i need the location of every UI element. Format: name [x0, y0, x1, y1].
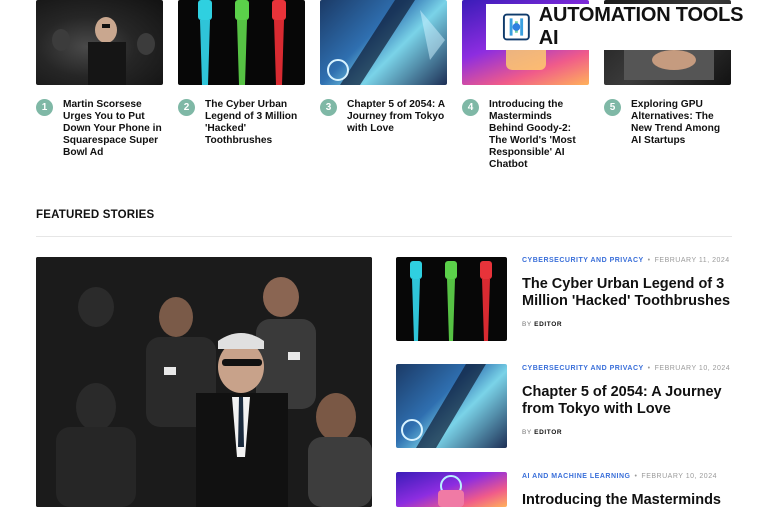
brand-logo-icon: [502, 13, 530, 41]
story-date: FEBRUARY 10, 2024: [654, 365, 731, 372]
site-brand[interactable]: AUTOMATION TOOLS AI: [486, 4, 758, 50]
story-title-link[interactable]: Introducing the Masterminds: [522, 492, 762, 509]
author-link[interactable]: EDITOR: [534, 321, 562, 328]
featured-stories-heading: FEATURED STORIES: [36, 209, 155, 221]
story-thumb[interactable]: [396, 472, 507, 507]
story-meta: CYBERSECURITY AND PRIVACY • FEBRUARY 10, 2…: [522, 365, 731, 372]
author-link[interactable]: EDITOR: [534, 429, 562, 436]
story-title-link[interactable]: The Cyber Urban Legend of 3 Million 'Hac…: [522, 276, 734, 309]
trending-number: 1: [36, 99, 53, 116]
story-category-link[interactable]: CYBERSECURITY AND PRIVACY: [522, 365, 644, 372]
trending-title-link[interactable]: Exploring GPU Alternatives: The New Tren…: [631, 99, 731, 147]
story-date: FEBRUARY 10, 2024: [641, 473, 717, 480]
story-date: FEBRUARY 11, 2024: [654, 257, 730, 264]
trending-number: 3: [320, 99, 337, 116]
anime-image: [401, 364, 486, 448]
crowd-image: [36, 257, 372, 507]
trending-thumb-1[interactable]: [36, 0, 163, 85]
toothbrush-image: [410, 261, 492, 341]
section-divider: [36, 236, 732, 237]
story-thumb[interactable]: [396, 364, 507, 448]
toothbrush-image: [198, 0, 286, 85]
featured-main-image[interactable]: [36, 257, 372, 507]
trending-thumb-2[interactable]: [178, 0, 305, 85]
trending-title-link[interactable]: Introducing the Masterminds Behind Goody…: [489, 99, 589, 171]
story-title-link[interactable]: Chapter 5 of 2054: A Journey from Tokyo …: [522, 384, 734, 417]
trending-thumb-3[interactable]: [320, 0, 447, 85]
crowd-image: [52, 17, 155, 85]
robot-image: [438, 475, 464, 507]
trending-number: 2: [178, 99, 195, 116]
story-meta: AI AND MACHINE LEARNING • FEBRUARY 10, 202…: [522, 473, 717, 480]
brand-name: AUTOMATION TOOLS AI: [538, 4, 744, 49]
trending-number: 5: [604, 99, 621, 116]
trending-title-link[interactable]: Martin Scorsese Urges You to Put Down Yo…: [63, 99, 163, 159]
story-category-link[interactable]: AI AND MACHINE LEARNING: [522, 473, 630, 480]
story-thumb[interactable]: [396, 257, 507, 341]
trending-title-link[interactable]: Chapter 5 of 2054: A Journey from Tokyo …: [347, 99, 447, 135]
story-meta: CYBERSECURITY AND PRIVACY • FEBRUARY 11, 2…: [522, 257, 730, 264]
story-byline: BY EDITOR: [522, 321, 563, 328]
trending-number: 4: [462, 99, 479, 116]
story-byline: BY EDITOR: [522, 429, 563, 436]
trending-title-link[interactable]: The Cyber Urban Legend of 3 Million 'Hac…: [205, 99, 301, 147]
story-category-link[interactable]: CYBERSECURITY AND PRIVACY: [522, 257, 644, 264]
anime-image: [327, 0, 445, 85]
